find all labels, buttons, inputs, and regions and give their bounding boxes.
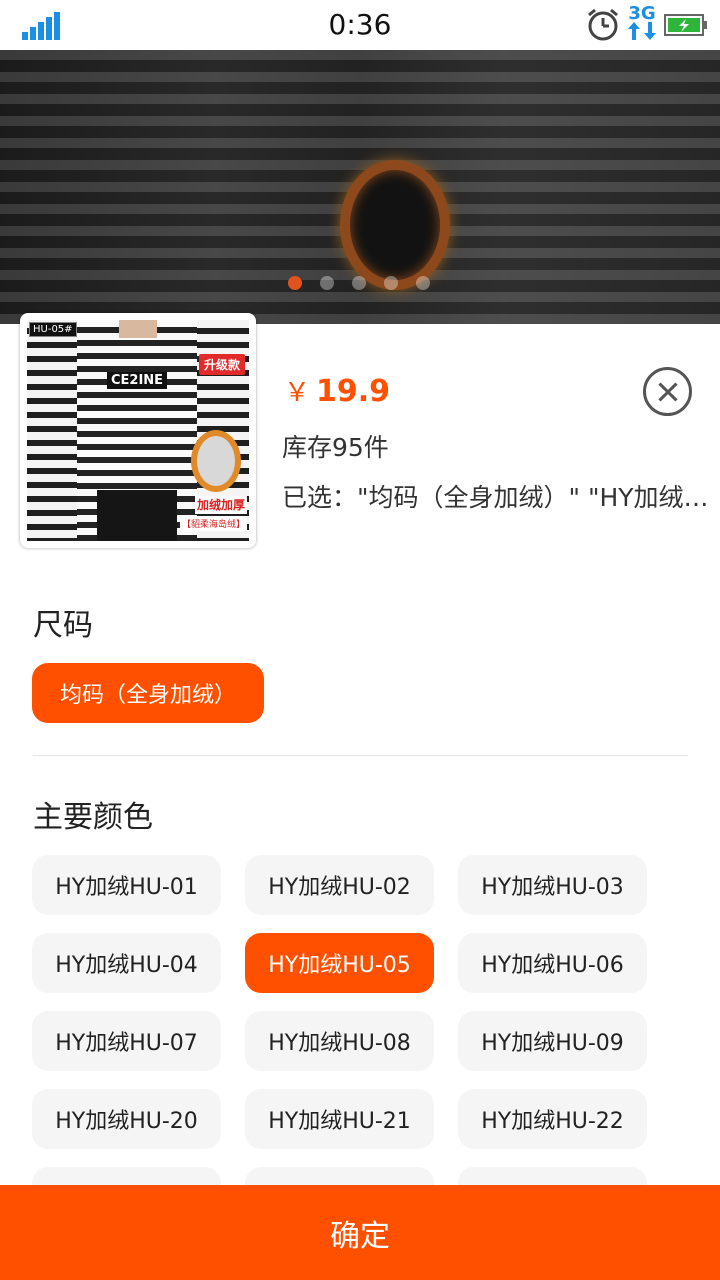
color-option[interactable]: HY加绒HU-06 [458,933,647,993]
color-option-selected[interactable]: HY加绒HU-05 [245,933,434,993]
color-option[interactable]: HY加绒HU-04 [32,933,221,993]
color-option[interactable]: HY加绒HU-20 [32,1089,221,1149]
alarm-icon [588,8,618,41]
size-option[interactable]: 均码（全身加绒） [32,663,264,723]
color-option[interactable]: HY加绒HU-07 [32,1011,221,1071]
color-option[interactable]: HY加绒HU-02 [245,855,434,915]
product-image: CE2INE HU-05# 升级款 加绒加厚 【貂柔海岛绒】 [27,320,249,541]
price-value: 19.9 [316,374,391,409]
color-option[interactable]: HY加绒HU-03 [458,855,647,915]
thumb-logo: CE2INE [107,372,168,389]
color-option[interactable]: HY加绒HU-22 [458,1089,647,1149]
product-thumbnail: CE2INE HU-05# 升级款 加绒加厚 【貂柔海岛绒】 [20,313,256,548]
close-icon[interactable] [643,367,692,416]
network-3g-icon: 3G [628,3,656,44]
banner-pagination [288,276,430,290]
color-option[interactable]: HY加绒HU-01 [32,855,221,915]
data-arrows-icon [628,22,656,40]
pagination-dot[interactable] [320,276,334,290]
thumb-caption-sub: 【貂柔海岛绒】 [179,516,247,531]
thumb-flame-image [191,430,241,492]
color-option[interactable]: HY加绒HU-08 [245,1011,434,1071]
price: ￥ 19.9 [284,372,390,409]
color-option[interactable]: HY加绒HU-21 [245,1089,434,1149]
network-label: 3G [628,3,656,24]
status-bar: 0:36 3G [0,0,720,50]
pagination-dot[interactable] [416,276,430,290]
thumb-badge: 升级款 [198,354,245,375]
color-section-title: 主要颜色 [33,800,153,835]
battery-charging-icon [664,14,707,36]
color-option[interactable]: HY加绒HU-09 [458,1011,647,1071]
divider [33,755,688,756]
pagination-dot[interactable] [352,276,366,290]
product-banner [0,50,720,324]
size-section-title: 尺码 [33,608,93,643]
thumb-caption: 加绒加厚 [194,496,247,514]
selected-summary: 已选："均码（全身加绒）" "HY加绒HU-05" [282,483,712,512]
stock-count: 库存95件 [282,433,389,462]
pagination-dot[interactable] [384,276,398,290]
pagination-dot[interactable] [288,276,302,290]
confirm-button[interactable]: 确定 [0,1185,720,1280]
currency-symbol: ￥ [284,378,311,408]
thumb-tag: HU-05# [29,322,77,337]
